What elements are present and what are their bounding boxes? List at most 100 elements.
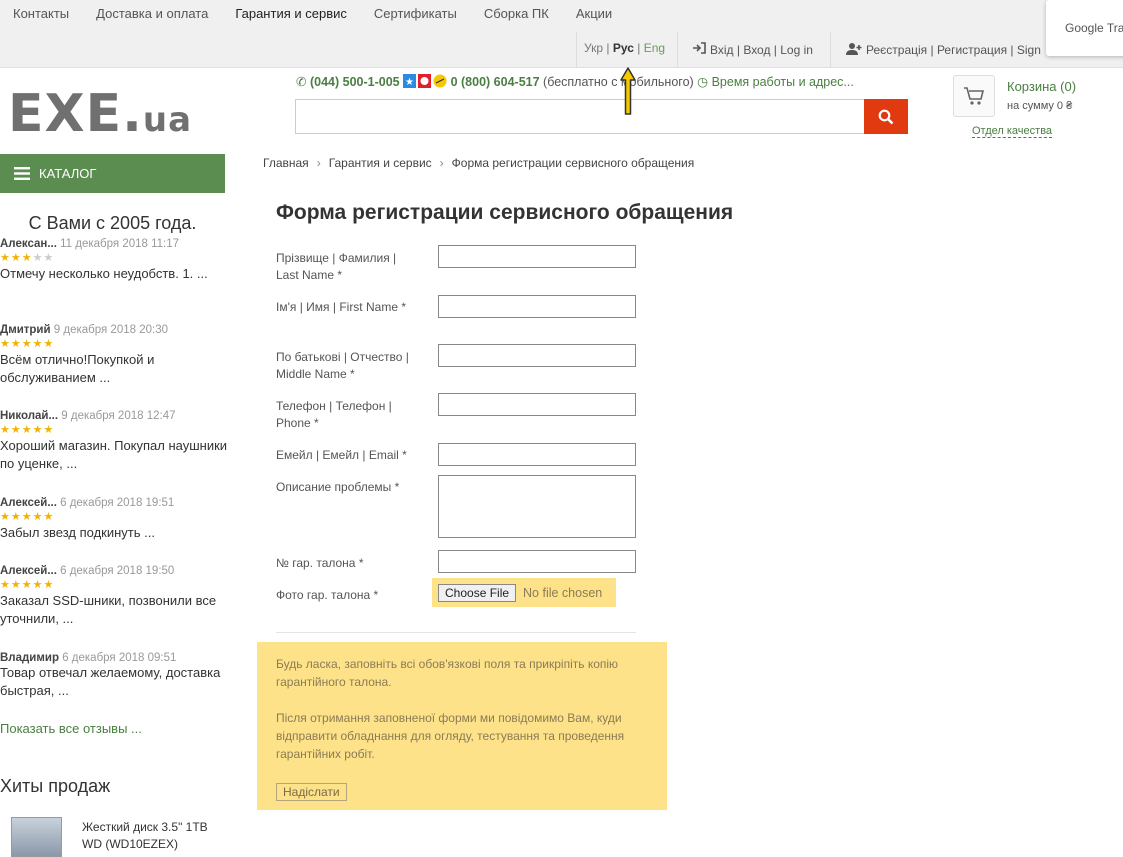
review-stars: ★★★★★ [0,579,55,591]
search-input[interactable] [295,99,865,134]
review-stars: ★★★★★ [0,511,55,523]
contact-line: ✆ (044) 500-1-005 ★ 0 (800) 604-517 (бес… [296,74,854,89]
nav-warranty[interactable]: Гарантия и сервис [235,6,347,21]
coupon-label: № гар. талона * [276,556,364,570]
language-switcher: Укр | Рус | Eng [584,41,665,55]
operator-icons: ★ [403,74,447,88]
review-text[interactable]: Хороший магазин. Покупал наушники по уце… [0,437,240,473]
phone-label: Телефон | Телефон | Phone * [276,399,392,430]
choose-file-button[interactable]: Choose File [438,583,517,602]
logo-tld: ua [142,100,193,140]
login-link[interactable]: Вхід | Вход | Log in [692,42,813,57]
nav-promotions[interactable]: Акции [576,6,612,21]
review-text[interactable]: Заказал SSD-шники, позвонили все уточнил… [0,592,240,628]
divider [276,632,636,633]
menu-icon [14,167,30,180]
breadcrumb-warranty[interactable]: Гарантия и сервис [329,156,432,170]
notice-text-1: Будь ласка, заповніть всі обов'язкові по… [276,657,619,689]
add-user-icon [846,42,862,58]
middle-name-field[interactable] [438,344,636,367]
review-text[interactable]: Товар отвечал желаемому, доставка быстра… [0,664,240,700]
review-author[interactable]: Алексей... [0,565,57,577]
review-text[interactable]: Всём отлично!Покупкой и обслуживанием ..… [0,351,240,387]
surname-field[interactable] [438,245,636,268]
cart-icon [964,87,985,105]
quality-dept-link[interactable]: Отдел качества [972,125,1053,138]
review-item: Дмитрий 9 декабря 2018 20:30 ★★★★★ Всём … [0,324,240,387]
breadcrumb-home[interactable]: Главная [263,156,309,170]
show-all-reviews-link[interactable]: Показать все отзывы ... [0,721,142,736]
logo-dot: . [122,84,143,144]
phone-1[interactable]: (044) 500-1-005 [310,75,400,89]
lang-sep: | [606,41,610,55]
arrow-up-icon [620,67,636,115]
review-stars: ★★★★★ [0,424,55,436]
breadcrumb: Главная › Гарантия и сервис › Форма реги… [263,156,694,170]
site-logo[interactable]: EXE.ua [8,84,192,144]
review-item: Алексей... 6 декабря 2018 19:50 ★★★★★ За… [0,565,240,628]
breadcrumb-current: Форма регистрации сервисного обращения [451,156,695,170]
clock-icon: ◷ [697,75,709,89]
hours-link[interactable]: Время работы и адрес... [712,75,854,89]
coupon-field[interactable] [438,550,636,573]
breadcrumb-separator: › [439,156,444,170]
nav-delivery[interactable]: Доставка и оплата [96,6,208,21]
product-image[interactable] [11,817,62,857]
logo-main: EXE [8,84,123,144]
review-author[interactable]: Алексан... [0,238,57,250]
product-name-link[interactable]: Жесткий диск 3.5" 1TB WD (WD10EZEX) [82,819,222,853]
review-item: Николай... 9 декабря 2018 12:47 ★★★★★ Хо… [0,410,240,473]
google-translate-widget[interactable]: Google Tra [1046,0,1123,56]
sign-in-icon [692,42,706,57]
login-label: Вхід | Вход | Log in [710,42,813,57]
email-field[interactable] [438,443,636,466]
lang-ukr[interactable]: Укр [584,41,603,55]
cart-button[interactable] [953,75,995,117]
svg-text:★: ★ [405,77,414,88]
cart-sum: на сумму 0 ₴ [1007,100,1073,112]
review-item: Алексей... 6 декабря 2018 19:51 ★★★★★ За… [0,497,240,542]
breadcrumb-separator: › [316,156,321,170]
nav-certificates[interactable]: Сертификаты [374,6,457,21]
bestsellers-heading: Хиты продаж [0,776,111,796]
review-date: 9 декабря 2018 20:30 [53,324,168,336]
phone-icon: ✆ [296,75,307,89]
phone-field[interactable] [438,393,636,416]
name-label: Ім'я | Имя | First Name * [276,300,406,314]
review-author[interactable]: Алексей... [0,497,57,509]
page-title: Форма регистрации сервисного обращения [276,201,734,224]
cart-title[interactable]: Корзина (0) [1007,79,1076,94]
email-label: Емейл | Емейл | Email * [276,448,407,462]
since-heading: С Вами с 2005 года. [28,213,197,233]
review-author[interactable]: Владимир [0,652,59,664]
google-translate-label: Google Tra [1065,21,1123,35]
name-field[interactable] [438,295,636,318]
lang-eng[interactable]: Eng [644,41,665,55]
review-item: Алексан... 11 декабря 2018 11:17 ★★★★★ О… [0,238,240,283]
review-stars: ★★★★★ [0,252,55,264]
review-date: 6 декабря 2018 19:51 [60,497,175,509]
notice-text-2: Після отримання заповненої форми ми пові… [276,711,625,761]
surname-label: Прізвище | Фамилия | Last Name * [276,251,397,282]
middle-name-label: По батькові | Отчество | Middle Name * [276,350,409,381]
search-icon [878,109,894,124]
review-text[interactable]: Забыл звезд подкинуть ... [0,524,240,542]
nav-pc-assembly[interactable]: Сборка ПК [484,6,549,21]
divider [830,32,831,68]
catalog-button[interactable]: КАТАЛОГ [0,154,225,193]
review-author[interactable]: Николай... [0,410,58,422]
problem-label: Описание проблемы * [276,480,400,494]
submit-button[interactable]: Надіслати [276,783,347,801]
review-author[interactable]: Дмитрий [0,324,51,336]
file-upload: Choose File No file chosen [432,578,616,607]
lang-rus[interactable]: Рус [613,41,634,55]
problem-textarea[interactable] [438,475,636,538]
register-link[interactable]: Реєстрація | Регистрация | Sign [846,42,1041,58]
review-text[interactable]: Отмечу несколько неудобств. 1. ... [0,265,240,283]
register-label: Реєстрація | Регистрация | Sign [866,43,1041,57]
nav-contacts[interactable]: Контакты [13,6,69,21]
search-button[interactable] [864,99,908,134]
phone-2[interactable]: 0 (800) 604-517 [451,75,540,89]
top-nav: Контакты Доставка и оплата Гарантия и се… [13,6,639,21]
divider [677,32,678,68]
